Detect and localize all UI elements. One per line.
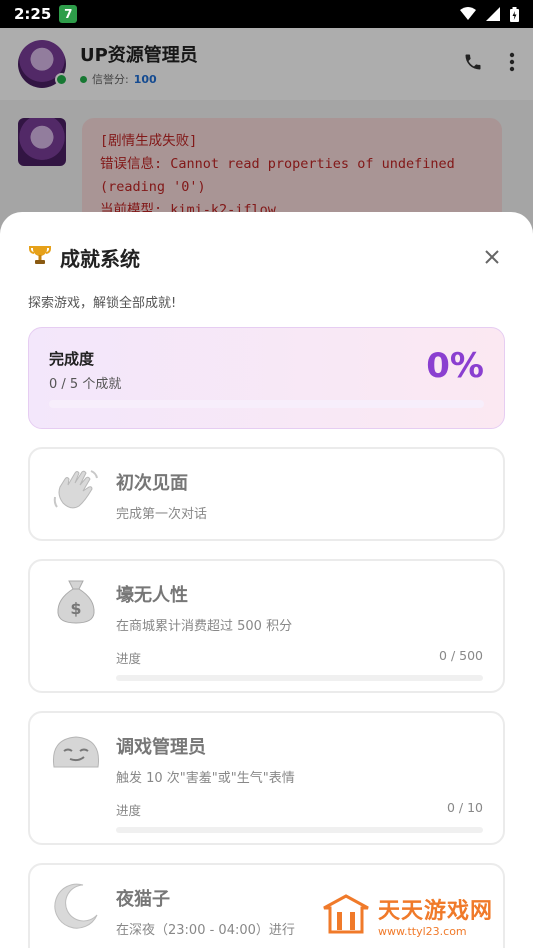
app-notification-badge: 7 <box>59 5 78 23</box>
achievement-progress-bar <box>116 675 483 681</box>
achievement-card[interactable]: 调戏管理员 触发 10 次"害羞"或"生气"表情 进度 0 / 10 <box>28 711 505 845</box>
sheet-subtitle: 探索游戏，解锁全部成就! <box>28 296 177 311</box>
trophy-icon <box>28 243 52 271</box>
achievement-card[interactable]: 初次见面 完成第一次对话 <box>28 447 505 541</box>
completion-count: 0 / 5 个成就 <box>49 377 122 392</box>
completion-card: 完成度 0 / 5 个成就 0% <box>28 327 505 429</box>
battery-icon <box>510 6 519 22</box>
close-icon <box>485 250 499 264</box>
completion-label: 完成度 <box>49 350 95 368</box>
progress-value: 0 / 500 <box>439 648 483 663</box>
watermark-url: www.ttyl23.com <box>377 925 467 938</box>
achievement-progress-row: 进度 0 / 500 <box>116 648 483 667</box>
svg-text:$: $ <box>70 599 81 618</box>
progress-label: 进度 <box>116 803 142 818</box>
signal-icon <box>486 7 500 21</box>
site-watermark: 天天游戏网 www.ttyl23.com <box>322 893 493 938</box>
waving-hand-icon <box>50 463 102 525</box>
achievements-sheet: 成就系统 探索游戏，解锁全部成就! 完成度 0 / 5 个成就 0% 初次见面 … <box>0 212 533 948</box>
achievement-card[interactable]: $ 壕无人性 在商城累计消费超过 500 积分 进度 0 / 500 <box>28 559 505 693</box>
wifi-icon <box>460 7 476 21</box>
status-time: 2:25 <box>14 5 52 23</box>
achievement-title: 壕无人性 <box>116 585 188 606</box>
moon-icon <box>50 879 102 947</box>
achievement-progress-bar <box>116 827 483 833</box>
completion-progress-bar <box>49 400 484 408</box>
achievement-desc: 在商城累计消费超过 500 积分 <box>116 619 293 634</box>
achievement-title: 调戏管理员 <box>116 737 206 758</box>
close-button[interactable] <box>479 244 505 270</box>
money-bag-icon: $ <box>50 575 102 677</box>
sheet-title: 成就系统 <box>60 246 140 271</box>
progress-label: 进度 <box>116 651 142 666</box>
achievement-progress-row: 进度 0 / 10 <box>116 800 483 819</box>
achievement-title: 初次见面 <box>116 473 188 494</box>
watermark-brand: 天天游戏网 <box>377 899 493 924</box>
smirk-face-icon <box>50 727 102 829</box>
achievement-desc: 完成第一次对话 <box>116 507 208 522</box>
achievement-desc: 触发 10 次"害羞"或"生气"表情 <box>116 771 295 786</box>
completion-percent: 0% <box>426 346 484 386</box>
watermark-logo-icon <box>322 893 370 938</box>
status-bar: 2:25 7 <box>0 0 533 28</box>
progress-value: 0 / 10 <box>446 800 483 815</box>
